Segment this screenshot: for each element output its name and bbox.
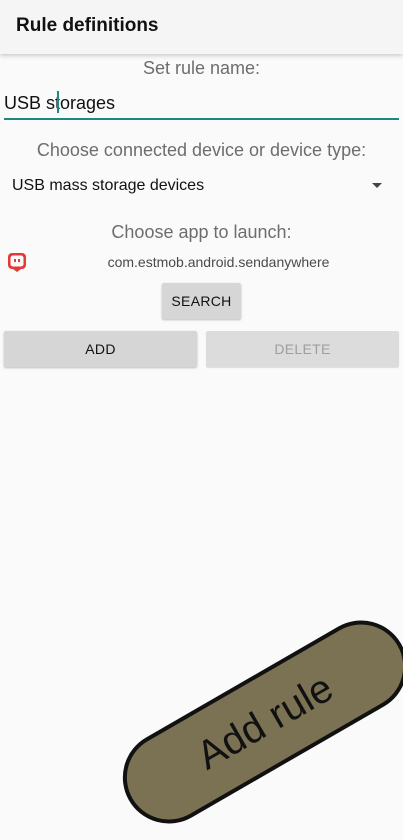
device-type-dropdown[interactable]: USB mass storage devices bbox=[4, 168, 399, 204]
search-button[interactable]: SEARCH bbox=[162, 283, 241, 319]
rule-name-input[interactable]: USB storages bbox=[4, 88, 399, 120]
selected-app-package: com.estmob.android.sendanywhere bbox=[107, 254, 330, 270]
add-rule-label: Add rule bbox=[189, 665, 341, 778]
delete-button[interactable]: DELETE bbox=[206, 331, 399, 367]
device-label: Choose connected device or device type: bbox=[36, 140, 367, 160]
rule-name-label: Set rule name: bbox=[142, 58, 261, 78]
rule-name-value: USB storages bbox=[4, 93, 116, 113]
app-bar: Rule definitions bbox=[0, 0, 403, 54]
app-label: Choose app to launch: bbox=[111, 222, 292, 242]
add-rule-button[interactable]: Add rule bbox=[106, 603, 403, 840]
add-button[interactable]: ADD bbox=[4, 331, 197, 367]
device-type-selected: USB mass storage devices bbox=[12, 177, 205, 194]
page-title: Rule definitions bbox=[16, 15, 159, 36]
text-cursor bbox=[57, 91, 59, 113]
dropdown-arrow-icon bbox=[372, 183, 382, 188]
